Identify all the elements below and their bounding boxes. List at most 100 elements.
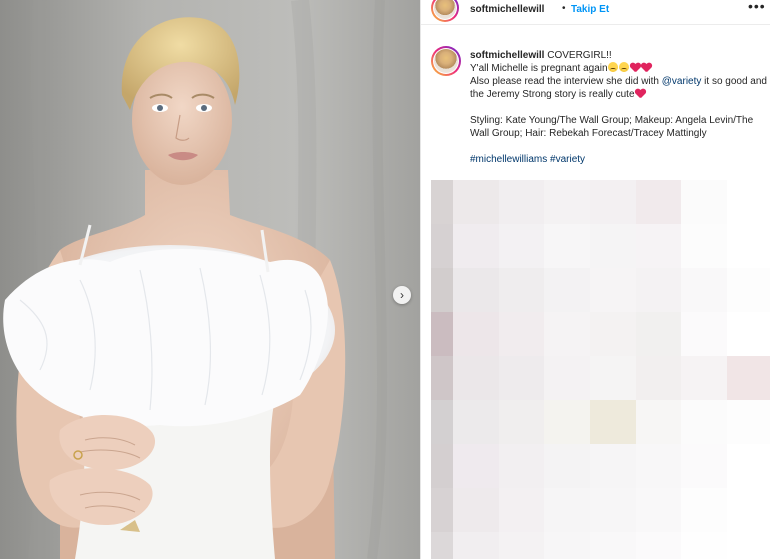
blur-cell: [499, 356, 544, 400]
blur-cell: [544, 532, 590, 559]
blur-cell: [499, 400, 544, 444]
hashtag-michellewilliams[interactable]: #michellewilliams: [470, 154, 547, 165]
blur-cell: [499, 312, 544, 356]
blur-cell: [636, 532, 681, 559]
blur-cell: [727, 224, 770, 268]
blur-cell: [727, 488, 770, 532]
blur-cell: [590, 488, 636, 532]
blur-cell: [544, 400, 590, 444]
blur-cell: [681, 312, 727, 356]
caption-story-text: the Jeremy Strong story is really cute: [470, 89, 635, 100]
blur-cell: [681, 356, 727, 400]
blur-cell: [681, 400, 727, 444]
caption-line-3: Also please read the interview she did w…: [470, 75, 770, 88]
caption-line-4: the Jeremy Strong story is really cute: [470, 88, 770, 101]
user-avatar[interactable]: [431, 0, 459, 22]
red-heart-icon: [641, 63, 651, 72]
blur-cell: [727, 356, 770, 400]
blur-cell: [681, 532, 727, 559]
blur-cell: [431, 224, 453, 268]
post-photo[interactable]: ›: [0, 0, 420, 559]
blur-cell: [431, 532, 453, 559]
blur-cell: [453, 224, 499, 268]
blur-cell: [431, 180, 453, 224]
blur-cell: [453, 356, 499, 400]
blur-cell: [636, 268, 681, 312]
crying-face-icon: [607, 62, 618, 72]
caption-hashtags: #michellewilliams #variety: [470, 153, 770, 166]
blur-cell: [453, 312, 499, 356]
blur-cell: [544, 312, 590, 356]
caption-interview-text: Also please read the interview she did w…: [470, 76, 662, 87]
blur-cell: [544, 180, 590, 224]
chevron-right-icon: ›: [400, 288, 404, 302]
blur-cell: [590, 180, 636, 224]
blur-cell: [453, 400, 499, 444]
blur-cell: [590, 224, 636, 268]
hashtag-variety[interactable]: #variety: [550, 154, 585, 165]
blur-cell: [499, 444, 544, 488]
blurred-comments-area: [431, 180, 770, 559]
blur-cell: [681, 488, 727, 532]
post-caption: softmichellewill COVERGIRL!! Y'all Miche…: [470, 49, 770, 166]
blur-cell: [681, 224, 727, 268]
red-heart-icon: [630, 63, 640, 72]
blur-cell: [727, 312, 770, 356]
blur-cell: [544, 224, 590, 268]
blur-cell: [544, 356, 590, 400]
portrait-image: [0, 0, 420, 559]
blur-cell: [727, 444, 770, 488]
caption-interview-suffix: it so good and: [701, 76, 767, 87]
blur-cell: [727, 268, 770, 312]
blur-cell: [590, 444, 636, 488]
caption-headline: COVERGIRL!!: [547, 50, 612, 61]
red-heart-icon: [635, 89, 645, 98]
blur-cell: [544, 444, 590, 488]
blur-cell: [681, 444, 727, 488]
blur-cell: [590, 356, 636, 400]
caption-credits-2: Wall Group; Hair: Rebekah Forecast/Trace…: [470, 128, 707, 139]
blur-cell: [636, 488, 681, 532]
blur-cell: [499, 180, 544, 224]
blur-cell: [453, 488, 499, 532]
blur-cell: [727, 532, 770, 559]
caption-line-2: Y'all Michelle is pregnant again: [470, 62, 770, 75]
more-options-icon[interactable]: •••: [748, 0, 766, 14]
blur-cell: [499, 532, 544, 559]
blur-cell: [590, 400, 636, 444]
blur-cell: [431, 400, 453, 444]
caption-username[interactable]: softmichellewill: [470, 50, 544, 61]
blur-cell: [499, 488, 544, 532]
blur-cell: [681, 268, 727, 312]
blur-cell: [544, 268, 590, 312]
caption-line-1: softmichellewill COVERGIRL!!: [470, 49, 770, 62]
crying-face-icon: [618, 62, 629, 72]
blur-cell: [590, 532, 636, 559]
blur-cell: [453, 268, 499, 312]
header-username[interactable]: softmichellewill: [470, 4, 544, 15]
blur-cell: [499, 268, 544, 312]
follow-button[interactable]: Takip Et: [571, 4, 609, 15]
blur-cell: [636, 400, 681, 444]
variety-mention-link[interactable]: @variety: [662, 76, 702, 87]
blur-cell: [727, 180, 770, 224]
caption-avatar[interactable]: [431, 46, 461, 76]
blur-cell: [431, 356, 453, 400]
blur-cell: [431, 488, 453, 532]
blur-cell: [636, 356, 681, 400]
blur-cell: [431, 444, 453, 488]
blur-cell: [590, 268, 636, 312]
blur-cell: [499, 224, 544, 268]
blur-cell: [636, 180, 681, 224]
blur-cell: [636, 312, 681, 356]
blur-cell: [636, 444, 681, 488]
blur-cell: [590, 312, 636, 356]
blur-cell: [544, 488, 590, 532]
blur-cell: [636, 224, 681, 268]
caption-pregnant-text: Y'all Michelle is pregnant again: [470, 63, 608, 74]
post-header: softmichellewill • Takip Et •••: [421, 0, 770, 25]
blur-cell: [453, 532, 499, 559]
blur-cell: [453, 180, 499, 224]
blur-cell: [431, 312, 453, 356]
next-image-button[interactable]: ›: [393, 286, 411, 304]
